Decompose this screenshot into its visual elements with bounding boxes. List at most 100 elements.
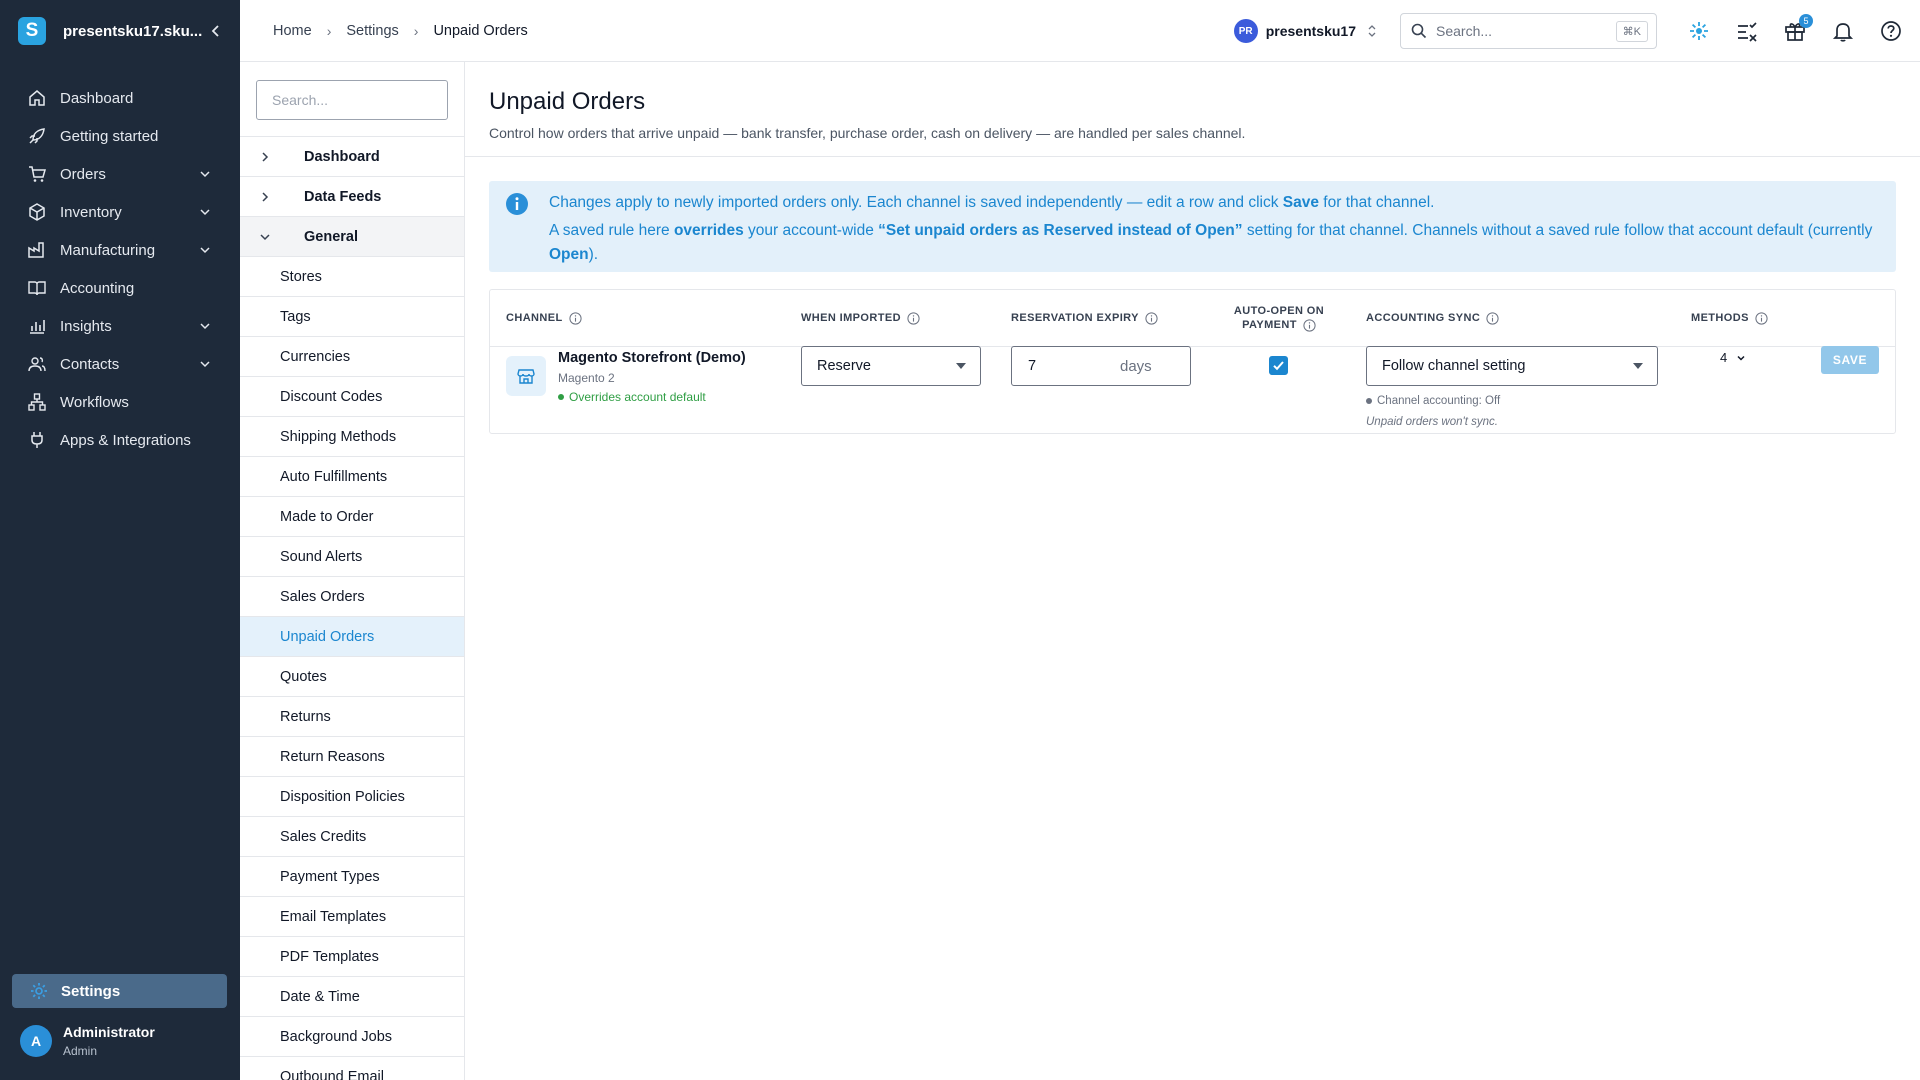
nav-item-apps-integrations[interactable]: Apps & Integrations: [0, 421, 240, 459]
reservation-expiry-input[interactable]: 7 days: [1011, 346, 1191, 386]
settings-item-email-templates[interactable]: Email Templates: [240, 896, 464, 936]
channel-name: Magento Storefront (Demo): [558, 350, 746, 366]
user-role: Admin: [63, 1044, 98, 1058]
accounting-warning: Unpaid orders won't sync.: [1366, 416, 1498, 428]
settings-item-outbound-email[interactable]: Outbound Email: [240, 1056, 464, 1080]
help-icon[interactable]: [1880, 20, 1902, 42]
settings-item-auto-fulfillments[interactable]: Auto Fulfillments: [240, 456, 464, 496]
when-imported-value: Reserve: [817, 358, 871, 374]
settings-item-currencies[interactable]: Currencies: [240, 336, 464, 376]
nav-item-accounting[interactable]: Accounting: [0, 269, 240, 307]
chevron-down-icon: [200, 171, 210, 178]
nav-item-label: Contacts: [60, 355, 120, 373]
reservation-expiry-value: 7: [1028, 358, 1037, 374]
settings-item-shipping-methods[interactable]: Shipping Methods: [240, 416, 464, 456]
nav-item-orders[interactable]: Orders: [0, 155, 240, 193]
settings-item-quotes[interactable]: Quotes: [240, 656, 464, 696]
info-save-emphasis: Save: [1282, 194, 1319, 211]
bell-icon[interactable]: [1832, 20, 1854, 42]
sort-arrows-icon: [1368, 25, 1376, 37]
chevron-down-icon: [200, 247, 210, 254]
info-circle-icon[interactable]: [568, 311, 582, 325]
settings-item-date-time[interactable]: Date & Time: [240, 976, 464, 1016]
settings-item-sales-orders[interactable]: Sales Orders: [240, 576, 464, 616]
checklist-icon[interactable]: [1736, 20, 1758, 42]
app-logo: S: [18, 17, 46, 45]
accounting-status-note: Channel accounting: Off: [1366, 395, 1500, 407]
cart-icon: [29, 166, 46, 182]
settings-item-tags[interactable]: Tags: [240, 296, 464, 336]
when-imported-select[interactable]: Reserve: [801, 346, 981, 386]
status-dot: [558, 394, 564, 400]
nav-item-contacts[interactable]: Contacts: [0, 345, 240, 383]
settings-item-disposition-policies[interactable]: Disposition Policies: [240, 776, 464, 816]
info-circle-icon[interactable]: [1145, 311, 1158, 325]
methods-dropdown[interactable]: 4: [1720, 350, 1746, 365]
chevron-down-icon: [200, 361, 210, 368]
settings-group-data-feeds[interactable]: Data Feeds: [240, 176, 464, 216]
settings-sidebar: Search... Dashboard Data Feeds General S…: [240, 62, 465, 1080]
nav-item-insights[interactable]: Insights: [0, 307, 240, 345]
global-search[interactable]: Search... ⌘K: [1400, 13, 1657, 49]
settings-item-unpaid-orders[interactable]: Unpaid Orders: [240, 616, 464, 656]
main-content: Unpaid Orders Control how orders that ar…: [465, 62, 1920, 1080]
account-switcher[interactable]: PR presentsku17: [1233, 19, 1378, 43]
info-circle-icon[interactable]: [907, 311, 920, 325]
settings-group-general[interactable]: General: [240, 216, 464, 256]
settings-group-label: General: [304, 228, 358, 245]
collapse-sidebar-icon[interactable]: [208, 23, 224, 39]
accounting-sync-select[interactable]: Follow channel setting: [1366, 346, 1658, 386]
gift-badge: 5: [1799, 14, 1813, 28]
chart-icon: [30, 320, 45, 334]
settings-item-return-reasons[interactable]: Return Reasons: [240, 736, 464, 776]
settings-item-background-jobs[interactable]: Background Jobs: [240, 1016, 464, 1056]
info-circle-icon[interactable]: [1303, 318, 1316, 332]
info-line-1: Changes apply to newly imported orders o…: [549, 194, 1435, 211]
breadcrumb-separator: ›: [326, 22, 332, 39]
sparkle-icon[interactable]: [1688, 20, 1710, 42]
nav-item-workflows[interactable]: Workflows: [0, 383, 240, 421]
nav-item-label: Inventory: [60, 203, 122, 221]
plug-icon: [31, 432, 43, 448]
column-header-reservation-expiry: Reservation expiry: [1011, 290, 1158, 346]
settings-item-sales-credits[interactable]: Sales Credits: [240, 816, 464, 856]
nav-item-label: Workflows: [60, 393, 129, 411]
top-bar: Home › Settings › Unpaid Orders PR prese…: [240, 0, 1920, 62]
info-circle-icon[interactable]: [1486, 311, 1499, 325]
settings-item-sound-alerts[interactable]: Sound Alerts: [240, 536, 464, 576]
info-line-2: A saved rule here overrides your account…: [549, 222, 1873, 263]
save-button[interactable]: SAVE: [1821, 346, 1879, 374]
settings-search-placeholder: Search...: [272, 92, 329, 108]
breadcrumb-settings[interactable]: Settings: [346, 23, 398, 39]
nav-item-manufacturing[interactable]: Manufacturing: [0, 231, 240, 269]
nav-item-dashboard[interactable]: Dashboard: [0, 79, 240, 117]
user-profile[interactable]: A Administrator Admin: [20, 1024, 155, 1058]
search-icon: [1411, 23, 1427, 39]
chevron-down-icon: [1737, 355, 1745, 361]
column-header-when-imported: When imported: [801, 290, 920, 346]
nav-item-label: Manufacturing: [60, 241, 156, 259]
settings-search-input[interactable]: Search...: [256, 80, 448, 120]
nav-item-settings[interactable]: Settings: [12, 974, 227, 1008]
settings-group-dashboard[interactable]: Dashboard: [240, 136, 464, 176]
gift-button[interactable]: 5: [1784, 14, 1813, 42]
workspace-name[interactable]: presentsku17.sku...: [63, 23, 208, 40]
page-title: Unpaid Orders: [489, 88, 646, 115]
search-placeholder: Search...: [1436, 23, 1493, 39]
nav-item-inventory[interactable]: Inventory: [0, 193, 240, 231]
nav-settings-label: Settings: [61, 982, 121, 1000]
info-circle-icon[interactable]: [1755, 311, 1768, 325]
channel-type: Magento 2: [558, 371, 615, 385]
auto-open-checkbox[interactable]: [1269, 356, 1288, 375]
settings-item-stores[interactable]: Stores: [240, 256, 464, 296]
settings-item-pdf-templates[interactable]: PDF Templates: [240, 936, 464, 976]
settings-item-payment-types[interactable]: Payment Types: [240, 856, 464, 896]
nav-item-getting-started[interactable]: Getting started: [0, 117, 240, 155]
breadcrumb-home[interactable]: Home: [273, 23, 312, 39]
settings-item-made-to-order[interactable]: Made to Order: [240, 496, 464, 536]
box-icon: [29, 203, 45, 221]
settings-item-discount-codes[interactable]: Discount Codes: [240, 376, 464, 416]
settings-item-returns[interactable]: Returns: [240, 696, 464, 736]
info-icon: [506, 193, 528, 215]
account-avatar: PR: [1233, 19, 1258, 43]
